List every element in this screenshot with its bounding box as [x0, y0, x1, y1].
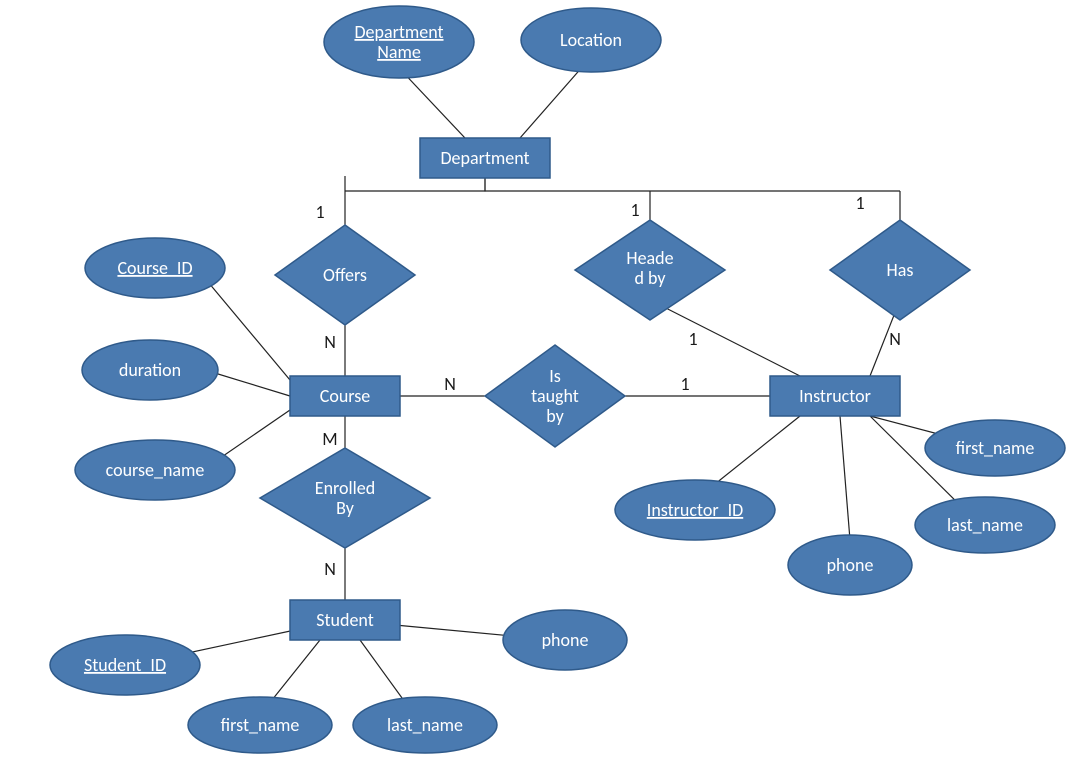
- rel-taught-label1: Is: [549, 365, 561, 387]
- attr-department-name-label2: Name: [377, 41, 421, 63]
- attr-course-id-label: Course_ID: [117, 257, 192, 279]
- entity-course-label: Course: [320, 385, 371, 407]
- attr-student-phone-label: phone: [542, 629, 589, 651]
- card-has-instr: N: [889, 328, 901, 350]
- entity-student-label: Student: [316, 609, 374, 631]
- conn-instr-phone: [840, 416, 850, 540]
- attr-student-id-label: Student_ID: [84, 654, 166, 676]
- card-offers-course: N: [324, 331, 336, 353]
- conn-headed-instructor: [650, 300, 800, 376]
- attr-location-label: Location: [560, 29, 622, 51]
- card-enrolled-course: M: [322, 428, 337, 450]
- rel-enrolled-label1: Enrolled: [315, 477, 375, 499]
- attr-student-firstname-label: first_name: [221, 714, 300, 736]
- rel-has-label: Has: [887, 259, 914, 281]
- card-offers-dept: 1: [315, 201, 324, 223]
- card-enrolled-student: N: [324, 558, 336, 580]
- attr-instructor-firstname-label: first_name: [956, 437, 1035, 459]
- attr-instructor-phone-label: phone: [827, 554, 874, 576]
- conn-dept-deptname: [399, 68, 465, 138]
- card-headed-dept: 1: [630, 199, 639, 221]
- entity-department-label: Department: [440, 147, 529, 169]
- attr-instructor-lastname-label: last_name: [947, 514, 1023, 536]
- attr-instructor-id-label: Instructor_ID: [647, 499, 743, 521]
- attr-student-lastname-label: last_name: [387, 714, 463, 736]
- attr-course-name-label: course_name: [106, 459, 205, 481]
- rel-offers-label: Offers: [323, 264, 367, 286]
- entity-instructor-label: Instructor: [799, 385, 871, 407]
- card-taught-course: N: [444, 373, 456, 395]
- attr-department-name-label1: Department: [354, 21, 443, 43]
- rel-taught-label3: by: [546, 405, 564, 427]
- attr-duration-label: duration: [119, 359, 181, 381]
- rel-headed-label2: d by: [634, 267, 666, 289]
- rel-taught-label2: taught: [531, 385, 579, 407]
- card-taught-instr: 1: [680, 373, 689, 395]
- rel-enrolled-label2: By: [336, 497, 355, 519]
- rel-headed-label1: Heade: [626, 247, 673, 269]
- card-headed-instr: 1: [688, 328, 697, 350]
- card-has-dept: 1: [855, 192, 864, 214]
